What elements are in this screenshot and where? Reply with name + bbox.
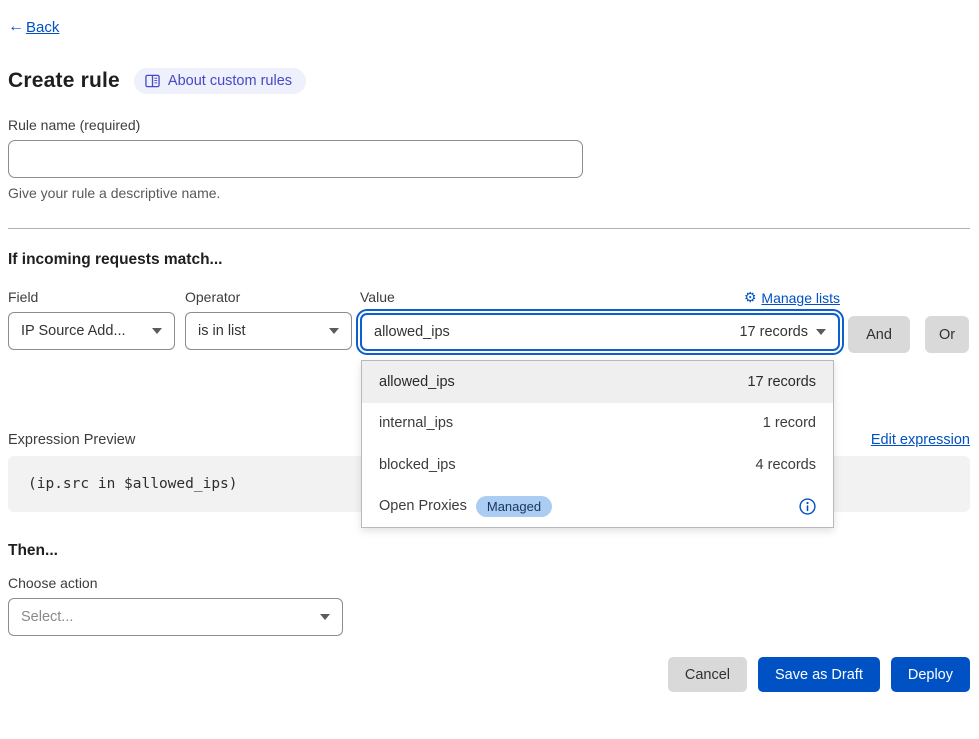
dropdown-item-allowed-ips[interactable]: allowed_ips 17 records	[362, 361, 833, 403]
then-section-heading: Then...	[8, 542, 970, 560]
action-select[interactable]: Select...	[8, 598, 343, 636]
value-select-wrap: allowed_ips 17 records allowed_ips 17 re…	[360, 313, 840, 351]
or-button[interactable]: Or	[925, 316, 969, 353]
action-select-placeholder: Select...	[21, 609, 73, 625]
gear-icon: ⚙	[744, 289, 757, 306]
list-name: allowed_ips	[379, 374, 455, 390]
and-button[interactable]: And	[848, 316, 910, 353]
value-select-name: allowed_ips	[374, 324, 450, 340]
chevron-down-icon	[329, 328, 339, 334]
section-divider	[8, 228, 970, 229]
list-meta: 1 record	[763, 415, 816, 431]
match-section-heading: If incoming requests match...	[8, 251, 970, 269]
list-meta: 17 records	[747, 374, 816, 390]
back-arrow-icon: ←	[8, 18, 24, 36]
back-label: Back	[26, 19, 59, 36]
operator-select[interactable]: is in list	[185, 312, 352, 350]
title-row: Create rule About custom rules	[8, 68, 970, 94]
managed-badge: Managed	[476, 496, 552, 517]
value-select[interactable]: allowed_ips 17 records	[360, 313, 840, 351]
create-rule-page: ←Back Create rule About custom rules Rul…	[0, 0, 979, 692]
chevron-down-icon	[320, 614, 330, 620]
operator-select-value: is in list	[198, 323, 246, 339]
expression-code: (ip.src in $allowed_ips)	[28, 476, 238, 492]
choose-action-label: Choose action	[8, 575, 970, 591]
dropdown-item-blocked-ips[interactable]: blocked_ips 4 records	[362, 444, 833, 486]
operator-column: Operator is in list	[185, 289, 352, 350]
manage-lists-link[interactable]: ⚙ Manage lists	[744, 289, 840, 306]
chevron-down-icon	[152, 328, 162, 334]
value-label: Value	[360, 289, 395, 305]
rule-name-input[interactable]	[8, 140, 583, 178]
value-column: Value ⚙ Manage lists allowed_ips 17 reco…	[360, 289, 840, 351]
list-name: blocked_ips	[379, 457, 456, 473]
manage-lists-label: Manage lists	[761, 290, 840, 306]
value-select-meta: 17 records	[739, 324, 808, 340]
action-group: Choose action Select...	[8, 575, 970, 636]
chevron-down-icon	[816, 329, 826, 335]
book-icon	[145, 74, 160, 88]
page-title: Create rule	[8, 69, 120, 93]
rule-name-helper: Give your rule a descriptive name.	[8, 185, 970, 201]
field-select[interactable]: IP Source Add...	[8, 312, 175, 350]
footer-buttons: Cancel Save as Draft Deploy	[8, 657, 970, 692]
list-meta: 4 records	[756, 457, 816, 473]
operator-label: Operator	[185, 289, 352, 305]
rule-name-group: Rule name (required) Give your rule a de…	[8, 117, 970, 201]
deploy-button[interactable]: Deploy	[891, 657, 970, 692]
connector-buttons: And Or	[848, 316, 969, 353]
value-header: Value ⚙ Manage lists	[360, 289, 840, 306]
match-row: Field IP Source Add... Operator is in li…	[8, 289, 970, 353]
expression-preview-label: Expression Preview	[8, 432, 135, 448]
field-label: Field	[8, 289, 175, 305]
edit-expression-link[interactable]: Edit expression	[871, 432, 970, 448]
save-as-draft-button[interactable]: Save as Draft	[758, 657, 880, 692]
about-link-label: About custom rules	[168, 73, 292, 89]
back-link[interactable]: ←Back	[8, 18, 59, 36]
list-name: internal_ips	[379, 415, 453, 431]
info-icon[interactable]	[799, 498, 816, 515]
dropdown-item-internal-ips[interactable]: internal_ips 1 record	[362, 403, 833, 445]
dropdown-item-open-proxies[interactable]: Open Proxies Managed	[362, 486, 833, 528]
list-name: Open Proxies	[379, 498, 467, 514]
field-column: Field IP Source Add...	[8, 289, 175, 350]
about-custom-rules-link[interactable]: About custom rules	[134, 68, 306, 94]
rule-name-label: Rule name (required)	[8, 117, 970, 133]
field-select-value: IP Source Add...	[21, 323, 126, 339]
value-dropdown: allowed_ips 17 records internal_ips 1 re…	[361, 360, 834, 528]
cancel-button[interactable]: Cancel	[668, 657, 747, 692]
